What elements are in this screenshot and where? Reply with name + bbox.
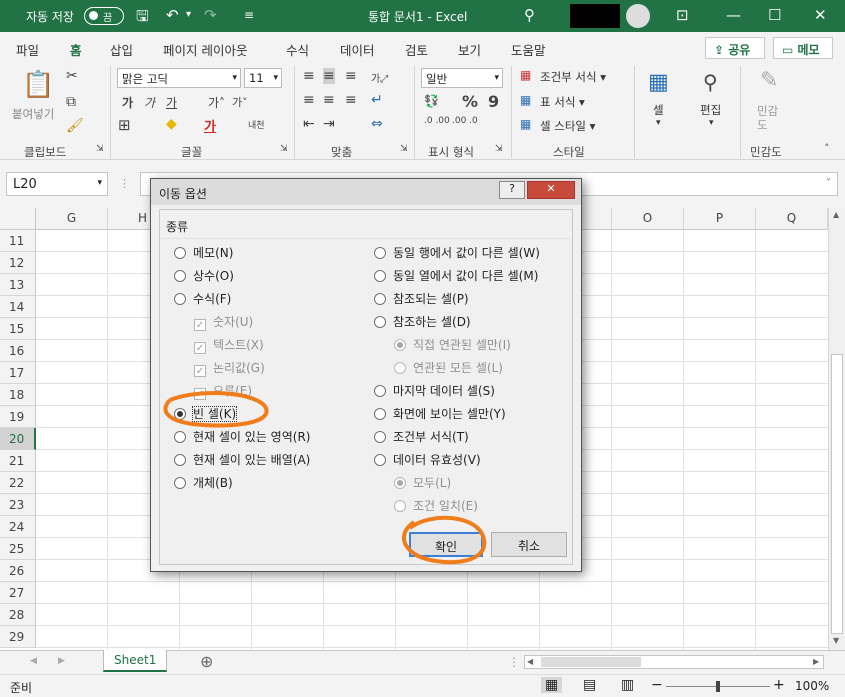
annotation-overlay bbox=[163, 391, 487, 565]
annotation-circle-blank-cells bbox=[163, 391, 269, 428]
annotation-circle-ok-button bbox=[402, 515, 487, 565]
